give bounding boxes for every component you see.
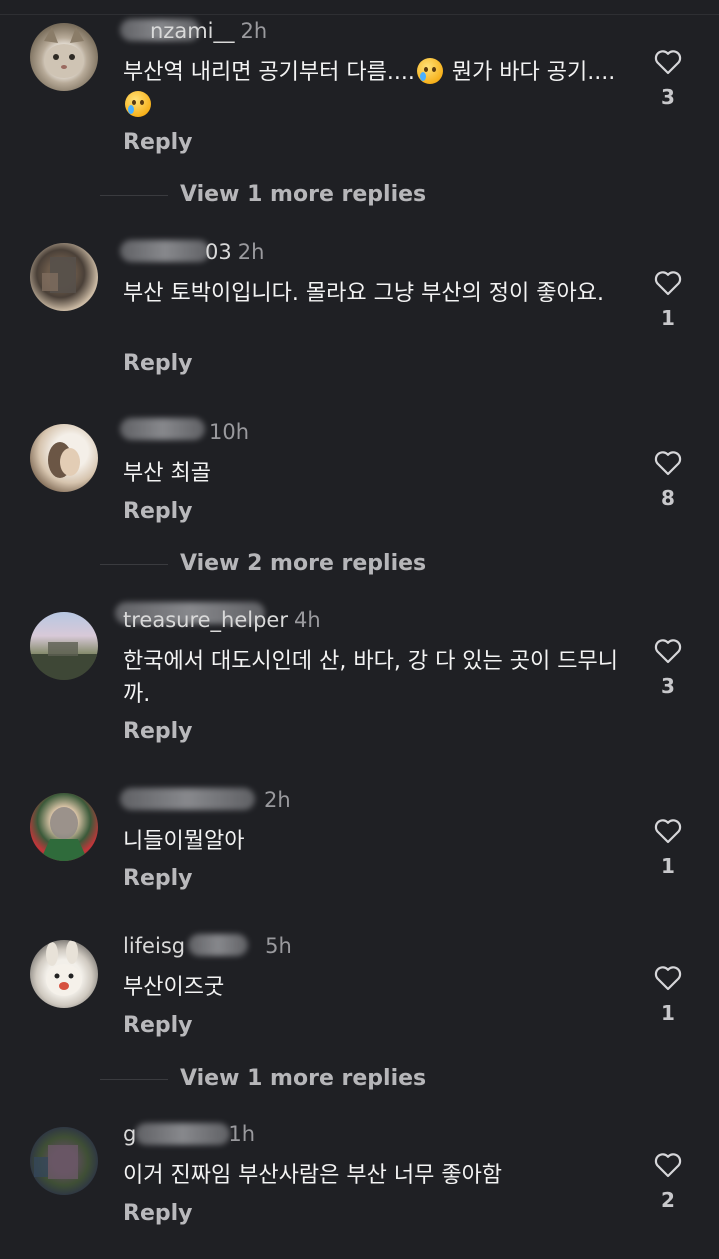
username[interactable]: 2h — [258, 788, 291, 812]
person-icon — [48, 442, 80, 478]
reply-button[interactable]: Reply — [123, 866, 193, 891]
avatar[interactable] — [30, 23, 98, 91]
reply-button[interactable]: Reply — [123, 1201, 193, 1226]
heart-icon[interactable] — [654, 270, 682, 296]
timestamp: 4h — [294, 608, 321, 632]
username-text[interactable]: nzami__ — [150, 19, 235, 43]
heart-icon[interactable] — [654, 638, 682, 664]
avatar[interactable] — [30, 940, 98, 1008]
like-button[interactable]: 2 — [648, 1152, 688, 1212]
view-more-replies-button[interactable]: View 2 more replies — [180, 551, 426, 576]
cat-icon — [44, 27, 84, 78]
timestamp: 1h — [228, 1122, 256, 1146]
like-count: 1 — [661, 306, 675, 330]
timestamp: 5h — [265, 934, 292, 958]
username-text[interactable]: g — [123, 1122, 136, 1146]
comment-text: 한국에서 대도시인데 산, 바다, 강 다 있는 곳이 드무니까. — [123, 649, 618, 707]
like-button[interactable]: 3 — [648, 638, 688, 698]
like-button[interactable]: 1 — [648, 965, 688, 1025]
cartoon-character-icon — [40, 807, 88, 861]
comment-text-part: 부산역 내리면 공기부터 다름.... — [123, 60, 415, 85]
timestamp: 2h — [237, 240, 265, 264]
like-button[interactable]: 8 — [648, 450, 688, 510]
timestamp: 2h — [264, 788, 291, 812]
username[interactable]: treasure_helper 4h — [123, 608, 321, 632]
view-more-divider — [100, 564, 168, 565]
crying-face-icon — [125, 91, 151, 117]
reply-button[interactable]: Reply — [123, 719, 193, 744]
username[interactable]: 10h — [203, 420, 249, 444]
comment-text: 부산이즈굿 — [123, 975, 225, 1000]
timestamp: 10h — [209, 420, 250, 444]
like-button[interactable]: 1 — [648, 818, 688, 878]
comment-text: 이거 진짜임 부산사람은 부산 너무 좋아함 — [123, 1163, 503, 1188]
timestamp: 2h — [240, 19, 268, 43]
crying-face-icon — [416, 58, 443, 84]
username-redaction — [120, 788, 255, 810]
like-count: 1 — [661, 854, 675, 878]
like-count: 8 — [661, 486, 675, 510]
comment-text: 부산 토박이입니다. 몰라요 그냥 부산의 정이 좋아요. — [123, 281, 604, 306]
landscape-icon — [30, 642, 98, 680]
comment-text: 부산 최골 — [123, 461, 211, 486]
username-text[interactable]: 03 — [205, 240, 232, 264]
rabbit-icon — [46, 940, 82, 996]
like-button[interactable]: 1 — [648, 270, 688, 330]
reply-button[interactable]: Reply — [123, 130, 193, 155]
username-text[interactable]: lifeisg — [123, 934, 185, 958]
heart-icon[interactable] — [654, 818, 682, 844]
username-redaction — [120, 418, 205, 440]
like-count: 3 — [661, 85, 675, 109]
avatar[interactable] — [30, 243, 98, 311]
username[interactable]: nzami__ 2h — [150, 19, 267, 43]
top-divider — [0, 14, 719, 15]
reply-button[interactable]: Reply — [123, 351, 193, 376]
avatar[interactable] — [30, 424, 98, 492]
like-count: 1 — [661, 1001, 675, 1025]
username[interactable]: 03 2h — [205, 240, 264, 264]
view-more-replies-button[interactable]: View 1 more replies — [180, 182, 426, 207]
view-more-replies-button[interactable]: View 1 more replies — [180, 1066, 426, 1091]
heart-icon[interactable] — [654, 1152, 682, 1178]
view-more-divider — [100, 195, 168, 196]
username-redaction — [120, 240, 210, 262]
view-more-divider — [100, 1079, 168, 1080]
username[interactable]: g 1h — [123, 1122, 255, 1146]
heart-icon[interactable] — [654, 450, 682, 476]
heart-icon[interactable] — [654, 965, 682, 991]
avatar[interactable] — [30, 612, 98, 680]
blurred-face-icon — [42, 257, 76, 293]
username-text[interactable]: treasure_helper — [123, 608, 288, 632]
comment-text: 니들이뭘알아 — [123, 829, 245, 854]
heart-icon[interactable] — [654, 49, 682, 75]
reply-button[interactable]: Reply — [123, 1013, 193, 1038]
blurred-face-icon — [34, 1145, 78, 1179]
reply-button[interactable]: Reply — [123, 499, 193, 524]
like-count: 2 — [661, 1188, 675, 1212]
comment-text: 부산역 내리면 공기부터 다름.... 뭔가 바다 공기.... — [123, 56, 623, 122]
comment-text-part: 뭔가 바다 공기.... — [444, 60, 616, 85]
username[interactable]: lifeisg 5h — [123, 934, 292, 958]
like-button[interactable]: 3 — [648, 49, 688, 109]
avatar[interactable] — [30, 793, 98, 861]
like-count: 3 — [661, 674, 675, 698]
avatar[interactable] — [30, 1127, 98, 1195]
